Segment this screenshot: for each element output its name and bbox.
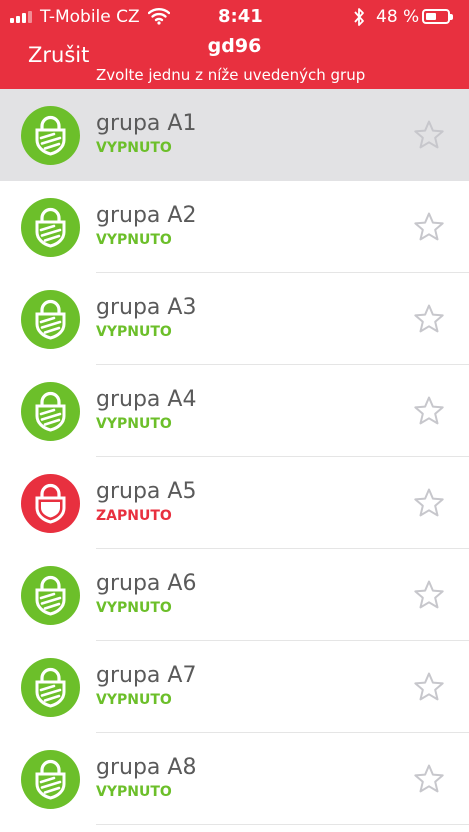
group-name: grupa A5 bbox=[96, 479, 197, 504]
status-bar: T-Mobile CZ 8:41 48 % bbox=[0, 0, 469, 34]
group-name: grupa A3 bbox=[96, 295, 197, 320]
shield-lock-icon bbox=[21, 658, 80, 717]
group-name: grupa A7 bbox=[96, 663, 197, 688]
group-state: VYPNUTO bbox=[96, 600, 172, 616]
group-state: VYPNUTO bbox=[96, 232, 172, 248]
favorite-star-icon[interactable] bbox=[413, 395, 445, 427]
shield-lock-icon bbox=[21, 290, 80, 349]
favorite-star-icon[interactable] bbox=[413, 579, 445, 611]
favorite-star-icon[interactable] bbox=[413, 119, 445, 151]
group-row[interactable]: grupa A6 VYPNUTO bbox=[0, 549, 469, 641]
row-divider bbox=[96, 824, 469, 825]
bluetooth-icon bbox=[354, 8, 364, 26]
header: T-Mobile CZ 8:41 48 % Zrušit gd96 Zvolte… bbox=[0, 0, 469, 89]
lock-icon bbox=[21, 474, 80, 533]
group-name: grupa A1 bbox=[96, 111, 197, 136]
battery-icon bbox=[422, 9, 453, 24]
group-state: VYPNUTO bbox=[96, 416, 172, 432]
group-name: grupa A8 bbox=[96, 755, 197, 780]
shield-lock-icon bbox=[21, 198, 80, 257]
group-state: VYPNUTO bbox=[96, 140, 172, 156]
group-row[interactable]: grupa A2 VYPNUTO bbox=[0, 181, 469, 273]
group-name: grupa A6 bbox=[96, 571, 197, 596]
favorite-star-icon[interactable] bbox=[413, 211, 445, 243]
shield-lock-icon bbox=[21, 750, 80, 809]
battery-level bbox=[426, 13, 436, 20]
battery-percentage: 48 % bbox=[376, 7, 420, 27]
page-subtitle: Zvolte jednu z níže uvedených grup bbox=[96, 66, 366, 84]
group-list: grupa A1 VYPNUTO grupa A2 VYPNUTO grupa … bbox=[0, 89, 469, 825]
group-state: ZAPNUTO bbox=[96, 508, 172, 524]
group-state: VYPNUTO bbox=[96, 324, 172, 340]
wifi-icon bbox=[148, 8, 170, 25]
group-state: VYPNUTO bbox=[96, 784, 172, 800]
clock: 8:41 bbox=[218, 6, 263, 27]
group-row[interactable]: grupa A1 VYPNUTO bbox=[0, 89, 469, 181]
favorite-star-icon[interactable] bbox=[413, 303, 445, 335]
group-row[interactable]: grupa A3 VYPNUTO bbox=[0, 273, 469, 365]
page-title: gd96 bbox=[207, 35, 262, 57]
group-row[interactable]: grupa A8 VYPNUTO bbox=[0, 733, 469, 825]
group-row[interactable]: grupa A4 VYPNUTO bbox=[0, 365, 469, 457]
favorite-star-icon[interactable] bbox=[413, 763, 445, 795]
favorite-star-icon[interactable] bbox=[413, 671, 445, 703]
shield-lock-icon bbox=[21, 106, 80, 165]
signal-strength-icon bbox=[10, 11, 34, 23]
shield-lock-icon bbox=[21, 566, 80, 625]
favorite-star-icon[interactable] bbox=[413, 487, 445, 519]
group-name: grupa A2 bbox=[96, 203, 197, 228]
group-row[interactable]: grupa A7 VYPNUTO bbox=[0, 641, 469, 733]
group-row[interactable]: grupa A5 ZAPNUTO bbox=[0, 457, 469, 549]
carrier-name: T-Mobile CZ bbox=[40, 7, 140, 27]
group-state: VYPNUTO bbox=[96, 692, 172, 708]
shield-lock-icon bbox=[21, 382, 80, 441]
group-name: grupa A4 bbox=[96, 387, 197, 412]
